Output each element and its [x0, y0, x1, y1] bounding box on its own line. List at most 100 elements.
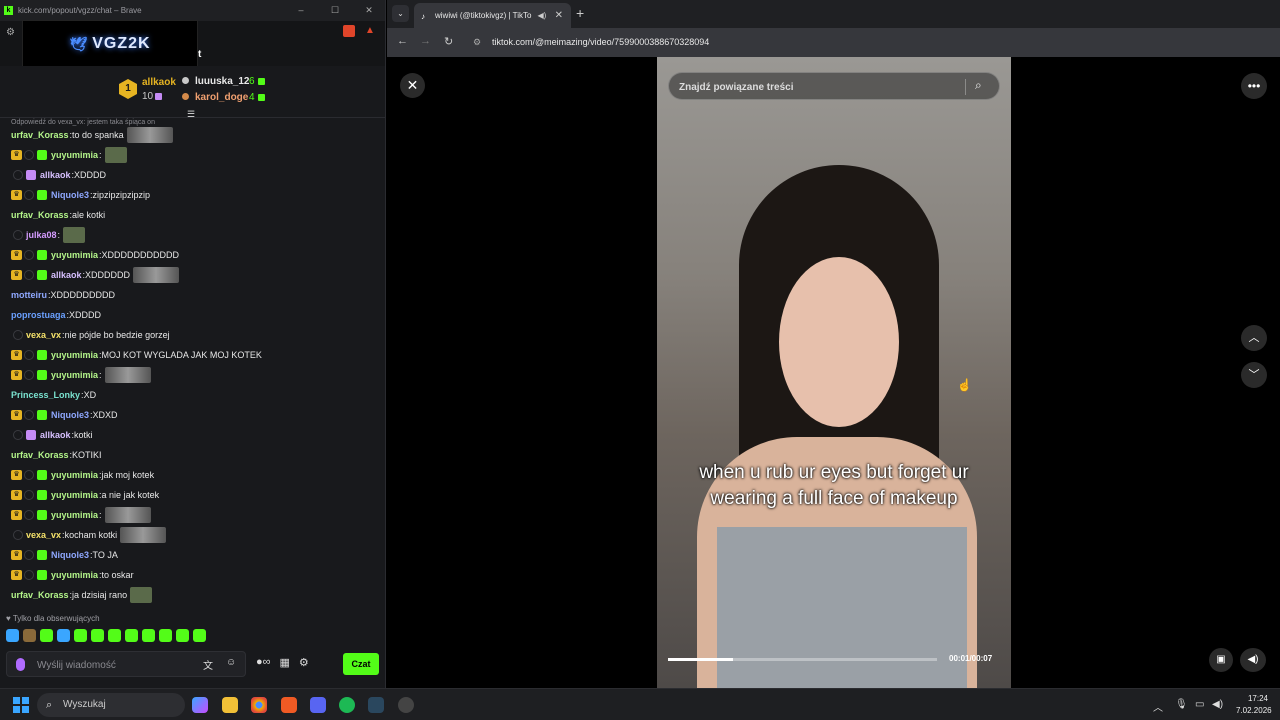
chat-username[interactable]: Niquole3 [51, 410, 89, 420]
chat-username[interactable]: poprostuaga [11, 310, 66, 320]
chat-message: urfav_Korass: ale kotki [11, 210, 106, 220]
chat-text: to oskar [101, 570, 134, 580]
badge-ring-icon [13, 230, 23, 240]
chat-username[interactable]: yuyumimia [51, 470, 98, 480]
chat-username[interactable]: yuyumimia [51, 250, 98, 260]
leader-1-name[interactable]: allkaok [142, 77, 176, 88]
chat-username[interactable]: yuyumimia [51, 350, 98, 360]
previous-video-icon[interactable]: ︿ [1241, 325, 1267, 351]
emote-6-icon[interactable] [91, 629, 104, 642]
new-tab-button[interactable]: + [576, 5, 584, 21]
close-video-button[interactable]: ✕ [400, 73, 425, 98]
steam-icon[interactable] [368, 697, 384, 713]
chrome-icon[interactable] [251, 697, 267, 713]
system-clock[interactable]: 17:24 7.02.2026 [1236, 693, 1272, 717]
video-player[interactable]: ⌕ when u rub ur eyes but forget ur weari… [657, 57, 1011, 688]
mentions-icon[interactable]: ●∞ [256, 656, 271, 669]
chat-input[interactable] [37, 657, 187, 673]
leader-3-name[interactable]: karol_doge [195, 92, 248, 103]
brave-rewards-icon[interactable]: ▲ [365, 25, 377, 37]
maximize-button[interactable]: ☐ [318, 5, 352, 16]
network-icon[interactable]: ▭ [1195, 699, 1204, 710]
file-explorer-icon[interactable] [222, 697, 238, 713]
discord-icon[interactable] [310, 697, 326, 713]
gifter-badge-icon [37, 570, 47, 580]
close-window-button[interactable]: ✕ [352, 5, 385, 16]
chat-username[interactable]: yuyumimia [51, 370, 98, 380]
gifter-badge-icon [37, 410, 47, 420]
chat-username[interactable]: allkaok [40, 170, 71, 180]
chat-message: allkaok: kotki [0, 426, 93, 444]
brave-icon[interactable] [281, 697, 297, 713]
settings-icon[interactable]: ⚙ [299, 656, 309, 669]
more-options-icon[interactable]: ••• [1241, 73, 1267, 99]
translate-icon[interactable]: 文 [203, 657, 213, 672]
chat-text: MOJ KOT WYGLADA JAK MOJ KOTEK [101, 350, 262, 360]
chat-username[interactable]: julka08 [26, 230, 57, 240]
site-settings-icon[interactable]: ⚙ [6, 27, 15, 38]
chat-username[interactable]: urfav_Korass [11, 450, 69, 460]
chat-username[interactable]: urfav_Korass [11, 210, 69, 220]
app-icon[interactable] [398, 697, 414, 713]
chat-username[interactable]: Niquole3 [51, 190, 89, 200]
chat-username[interactable]: allkaok [51, 270, 82, 280]
chat-username[interactable]: motteiru [11, 290, 47, 300]
send-chat-button[interactable]: Czat [343, 653, 379, 675]
forward-icon[interactable]: → [420, 35, 431, 47]
badge-ring-icon [24, 490, 34, 500]
reload-icon[interactable]: ↻ [444, 35, 453, 48]
taskbar-search[interactable]: ⌕ Wyszukaj [37, 693, 185, 717]
chat-username[interactable]: yuyumimia [51, 570, 98, 580]
emote-12-icon[interactable] [193, 629, 206, 642]
brave-shield-icon[interactable] [343, 25, 355, 37]
minimize-button[interactable]: – [284, 5, 318, 16]
chat-username[interactable]: Niquole3 [51, 550, 89, 560]
video-progress-bar[interactable] [668, 658, 937, 661]
emoji-icon[interactable]: ☺ [226, 657, 236, 668]
next-video-icon[interactable]: ﹀ [1241, 362, 1267, 388]
url-field[interactable]: tiktok.com/@meimazing/video/759900038867… [472, 32, 1272, 53]
chat-text: TO JA [92, 550, 118, 560]
audio-playing-icon[interactable]: ◀) [537, 11, 546, 20]
emote-2-icon[interactable] [23, 629, 36, 642]
store-icon[interactable]: ▦ [280, 656, 290, 669]
chat-username[interactable]: vexa_vx [26, 530, 61, 540]
chat-username[interactable]: allkaok [40, 430, 71, 440]
emote-11-icon[interactable] [176, 629, 189, 642]
chat-username[interactable]: yuyumimia [51, 510, 98, 520]
back-icon[interactable]: ← [397, 35, 408, 47]
tab-tiktok[interactable]: ♪ wiwiwi (@tiktokivgz) | TikTo ◀) ✕ [414, 3, 571, 28]
emote-3-icon[interactable] [40, 629, 53, 642]
tray-overflow-icon[interactable]: ︿ [1153, 699, 1163, 714]
microphone-icon[interactable] [16, 658, 25, 671]
emote-1-icon[interactable] [6, 629, 19, 642]
emote-9-icon[interactable] [142, 629, 155, 642]
picture-in-picture-icon[interactable]: ▣ [1209, 648, 1233, 672]
chat-username[interactable]: urfav_Korass [11, 590, 69, 600]
related-search-input[interactable] [679, 79, 959, 95]
emote-8-icon[interactable] [125, 629, 138, 642]
spotify-icon[interactable] [339, 697, 355, 713]
address-bar-row: ← → ↻ ⚙ tiktok.com/@meimazing/video/7599… [387, 28, 1280, 57]
copilot-icon[interactable] [192, 697, 208, 713]
chat-username[interactable]: yuyumimia [51, 150, 98, 160]
emote-5-icon[interactable] [74, 629, 87, 642]
microphone-tray-icon[interactable]: 🎙 [1175, 699, 1188, 710]
emote-10-icon[interactable] [159, 629, 172, 642]
chat-username[interactable]: Princess_Lonky [11, 390, 80, 400]
chat-username[interactable]: vexa_vx [26, 330, 61, 340]
emote-4-icon[interactable] [57, 629, 70, 642]
emote-7-icon[interactable] [108, 629, 121, 642]
windows-start-icon[interactable] [13, 697, 29, 713]
kick-logo-icon: k [4, 6, 13, 15]
chat-username[interactable]: urfav_Korass [11, 130, 69, 140]
chat-username[interactable]: yuyumimia [51, 490, 98, 500]
chat-message: ♛ yuyumimia: a nie jak kotek [0, 486, 159, 504]
tab-search-icon[interactable]: ⌄ [392, 5, 409, 22]
volume-icon[interactable]: ◀) [1240, 648, 1266, 672]
close-tab-icon[interactable]: ✕ [555, 10, 563, 21]
speaker-icon[interactable]: ◀) [1212, 699, 1223, 710]
leader-2-name[interactable]: luuuska_12 [195, 76, 249, 87]
reply-hint: Odpowiedź do vexa_vx: jestem taka śpiąca… [11, 119, 155, 126]
search-icon[interactable]: ⌕ [975, 78, 982, 93]
